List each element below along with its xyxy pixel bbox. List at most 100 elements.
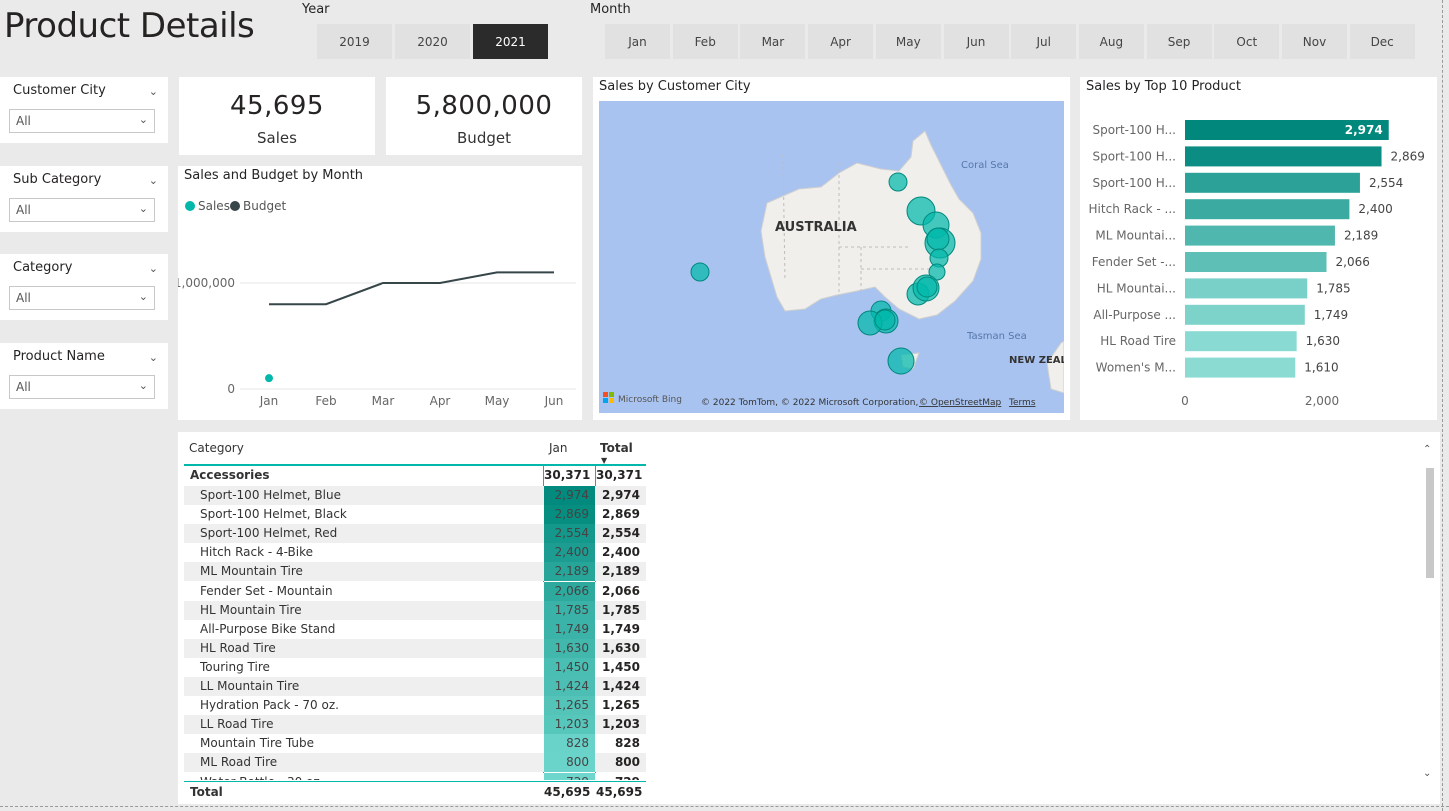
table-row[interactable]: LL Mountain Tire 1,424 1,424 (184, 677, 646, 696)
bing-label: Microsoft Bing (618, 395, 682, 405)
year-button-2019[interactable]: 2019 (317, 24, 392, 59)
table-row[interactable]: Sport-100 Helmet, Blue 2,974 2,974 (184, 486, 646, 505)
bar-category-label: Fender Set -... (1092, 255, 1176, 269)
month-button-dec[interactable]: Dec (1349, 24, 1415, 59)
table-row[interactable]: Sport-100 Helmet, Red 2,554 2,554 (184, 524, 646, 544)
row-total-value: 1,785 (602, 602, 640, 617)
month-button-mar[interactable]: Mar (740, 24, 806, 59)
bar-value-label: 1,630 (1306, 334, 1340, 348)
city-bubble[interactable] (888, 172, 908, 192)
jan-column-header[interactable]: Jan (549, 441, 568, 455)
table-row[interactable]: Sport-100 Helmet, Black 2,869 2,869 (184, 505, 646, 525)
month-button-aug[interactable]: Aug (1078, 24, 1144, 59)
bar-category-label: ML Mountai... (1095, 229, 1176, 243)
product-name-slicer: Product Name ⌄ All ⌄ (0, 343, 168, 409)
map-canvas[interactable]: AUSTRALIA Coral Sea Tasman Sea NEW ZEALA… (599, 101, 1064, 413)
budget-kpi-card[interactable]: 5,800,000 Budget (386, 77, 582, 155)
sales-budget-line-chart[interactable]: Sales and Budget by Month Sales Budget 1… (178, 166, 582, 420)
table-row[interactable]: LL Road Tire 1,203 1,203 (184, 715, 646, 735)
customer-city-dropdown[interactable]: All ⌄ (9, 109, 155, 133)
row-total-value: 1,265 (602, 698, 640, 713)
table-row[interactable]: HL Road Tire 1,630 1,630 (184, 638, 646, 658)
month-button-jan[interactable]: Jan (605, 24, 670, 59)
row-product-name: LL Road Tire (200, 717, 274, 732)
category-dropdown[interactable]: All ⌄ (9, 286, 155, 310)
budget-series-line[interactable] (269, 271, 554, 306)
bar-category-label: Hitch Rack - ... (1089, 202, 1176, 216)
openstreetmap-link[interactable]: © OpenStreetMap (919, 398, 1002, 408)
product-bar[interactable] (1185, 357, 1296, 378)
category-column-header[interactable]: Category (189, 441, 244, 455)
city-bubble[interactable] (690, 262, 710, 282)
product-bar[interactable] (1185, 172, 1360, 193)
month-button-nov[interactable]: Nov (1282, 24, 1347, 59)
year-slicer-label: Year (302, 2, 330, 17)
sales-kpi-card[interactable]: 45,695 Sales (179, 77, 375, 155)
city-bubble[interactable] (926, 227, 950, 251)
x-tick-label: Jun (544, 394, 564, 408)
chevron-down-icon[interactable]: ⌄ (149, 85, 158, 98)
table-row[interactable]: Touring Tire 1,450 1,450 (184, 657, 646, 677)
product-bar[interactable] (1185, 304, 1305, 325)
x-tick-label: Mar (372, 394, 395, 408)
row-jan-value: 828 (544, 734, 595, 754)
table-row[interactable]: ML Mountain Tire 2,189 2,189 (184, 562, 646, 582)
table-row[interactable]: Fender Set - Mountain 2,066 2,066 (184, 581, 646, 601)
chevron-down-icon: ⌄ (138, 113, 148, 126)
product-name-label: Product Name (13, 349, 105, 364)
product-bar[interactable] (1185, 252, 1327, 272)
product-bar[interactable] (1185, 331, 1297, 352)
month-button-oct[interactable]: Oct (1214, 24, 1280, 59)
product-name-dropdown[interactable]: All ⌄ (9, 375, 155, 399)
scroll-up-icon[interactable]: ⌃ (1423, 444, 1431, 455)
row-total-value: 1,450 (602, 659, 640, 674)
total-column-header[interactable]: Total (600, 441, 633, 455)
city-bubble[interactable] (874, 309, 896, 331)
month-button-apr[interactable]: Apr (808, 24, 874, 59)
product-bar[interactable] (1185, 199, 1350, 220)
month-button-sep[interactable]: Sep (1146, 24, 1212, 59)
page-title: Product Details (4, 6, 255, 46)
product-bar[interactable] (1185, 146, 1382, 167)
matrix-group-row[interactable]: Accessories 30,371 30,371 (184, 466, 646, 485)
page-edge (1442, 0, 1444, 811)
row-total-value: 1,630 (602, 640, 640, 655)
table-row[interactable]: Hydration Pack - 70 oz. 1,265 1,265 (184, 696, 646, 716)
table-row[interactable]: Hitch Rack - 4-Bike 2,400 2,400 (184, 543, 646, 563)
chevron-down-icon[interactable]: ⌄ (149, 174, 158, 187)
year-button-2020[interactable]: 2020 (395, 24, 470, 59)
bar-value-label: 2,066 (1336, 255, 1370, 269)
sales-data-point[interactable] (265, 374, 273, 383)
tasman-sea-label: Tasman Sea (966, 331, 1027, 342)
year-button-2021[interactable]: 2021 (473, 24, 548, 59)
product-bar[interactable] (1185, 225, 1335, 246)
chevron-down-icon: ⌄ (138, 379, 148, 392)
chevron-down-icon[interactable]: ⌄ (149, 351, 158, 364)
bar-value-label: 2,189 (1344, 229, 1378, 243)
table-row[interactable]: ML Road Tire 800 800 (184, 753, 646, 773)
table-row[interactable]: HL Mountain Tire 1,785 1,785 (184, 600, 646, 620)
sub-category-dropdown[interactable]: All ⌄ (9, 198, 155, 222)
city-map-visual[interactable]: Sales by Customer City AUSTRALIA Coral S… (593, 77, 1070, 420)
vertical-scrollbar[interactable] (1426, 468, 1434, 578)
table-row[interactable]: All-Purpose Bike Stand 1,749 1,749 (184, 619, 646, 639)
row-product-name: HL Mountain Tire (200, 602, 302, 617)
month-button-may[interactable]: May (875, 24, 941, 59)
month-button-feb[interactable]: Feb (672, 24, 738, 59)
budget-kpi-value: 5,800,000 (415, 91, 553, 121)
month-button-jul[interactable]: Jul (1011, 24, 1077, 59)
row-jan-value: 1,749 (544, 619, 595, 639)
scroll-down-icon[interactable]: ⌄ (1423, 768, 1431, 779)
top10-product-bar-chart[interactable]: Sales by Top 10 Product Sport-100 H... 2,… (1080, 77, 1437, 420)
product-bar[interactable] (1185, 278, 1308, 299)
chevron-down-icon[interactable]: ⌄ (149, 262, 158, 275)
new-zealand-label: NEW ZEALA (1009, 355, 1064, 366)
row-total-value: 2,974 (602, 488, 640, 502)
terms-link[interactable]: Terms (1008, 398, 1036, 408)
month-button-jun[interactable]: Jun (943, 24, 1009, 59)
city-bubble[interactable] (916, 276, 938, 298)
city-bubble[interactable] (887, 347, 915, 375)
row-total-value: 1,203 (602, 717, 640, 732)
table-row[interactable]: Mountain Tire Tube 828 828 (184, 734, 646, 754)
coral-sea-label: Coral Sea (961, 160, 1009, 171)
